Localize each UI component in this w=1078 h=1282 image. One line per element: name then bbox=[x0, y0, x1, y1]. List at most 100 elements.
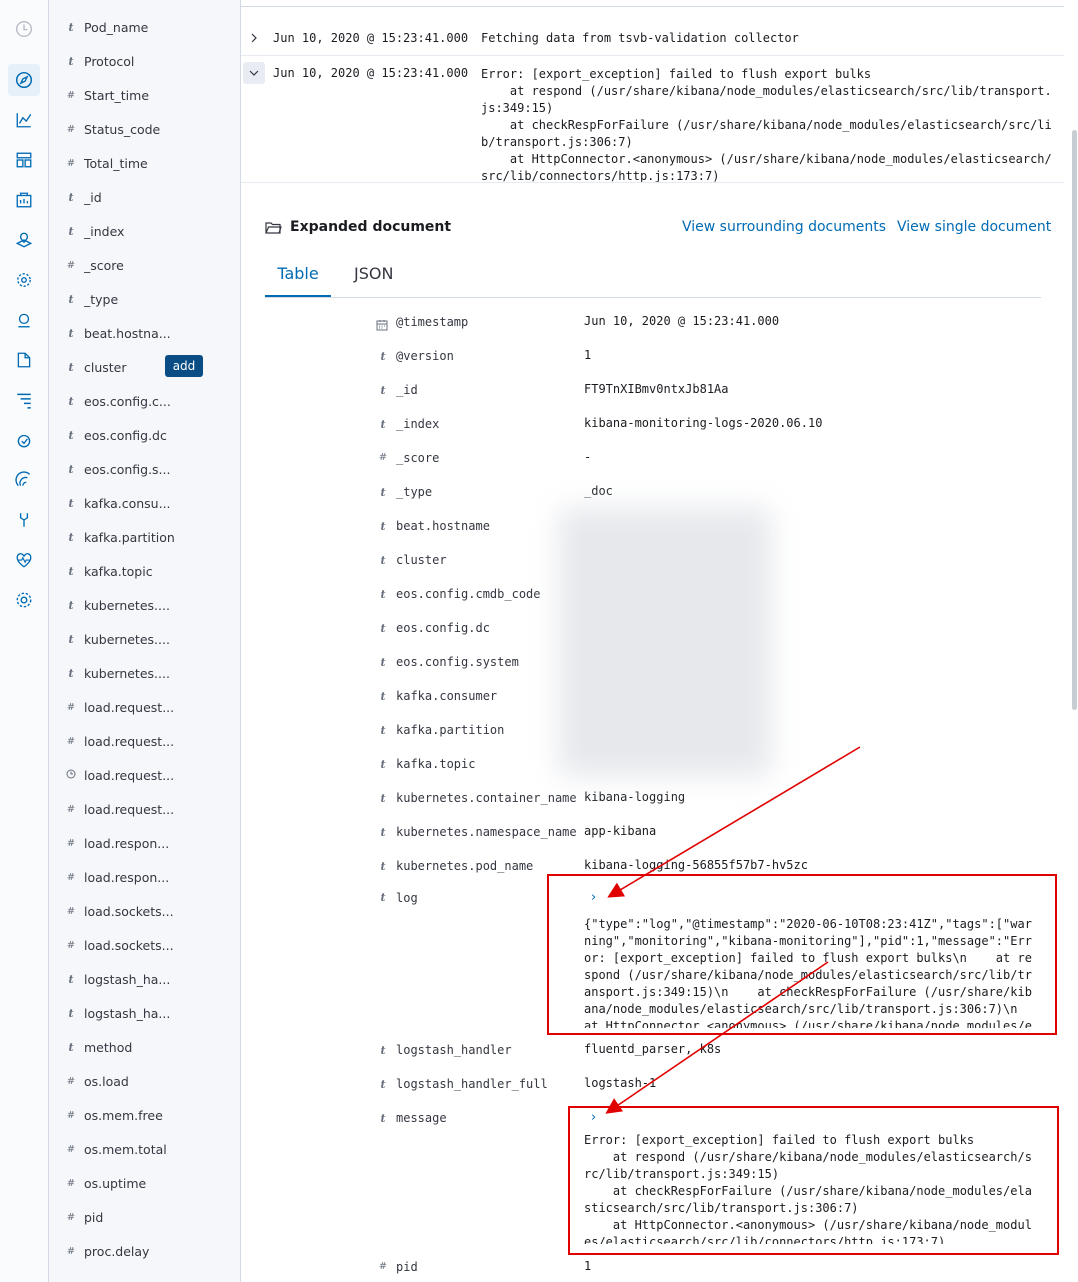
field-row-logstash-handler-full[interactable]: t logstash_handler_full logstash-1 bbox=[373, 1076, 1053, 1096]
ml-icon[interactable] bbox=[8, 264, 40, 296]
field-list-item[interactable]: # load.request... bbox=[49, 794, 240, 824]
field-row[interactable]: @timestamp Jun 10, 2020 @ 15:23:41.000 bbox=[373, 314, 1053, 334]
field-name: proc.delay bbox=[84, 1243, 150, 1259]
field-list-item[interactable]: # load.sockets... bbox=[49, 930, 240, 960]
field-name: _score bbox=[84, 257, 124, 273]
string-type-icon: t bbox=[380, 554, 386, 567]
field-list-item[interactable]: # Status_code bbox=[49, 114, 240, 144]
number-type-icon: # bbox=[66, 1075, 76, 1087]
field-list-item[interactable]: t kubernetes.... bbox=[49, 658, 240, 688]
field-list-item[interactable]: t Protocol bbox=[49, 46, 240, 76]
apm-icon[interactable] bbox=[8, 384, 40, 416]
field-list-item[interactable]: t _index bbox=[49, 216, 240, 246]
tab-json[interactable]: JSON bbox=[354, 264, 393, 297]
add-field-button[interactable]: add bbox=[165, 355, 203, 377]
scrollbar[interactable] bbox=[1072, 130, 1077, 710]
field-list-item[interactable]: # pid bbox=[49, 1202, 240, 1232]
field-name: kafka.partition bbox=[396, 723, 505, 737]
view-surrounding-documents-link[interactable]: View surrounding documents bbox=[682, 219, 886, 235]
field-row-pid[interactable]: # pid 1 bbox=[373, 1259, 1053, 1279]
field-list-item[interactable]: t _id bbox=[49, 182, 240, 212]
field-list-item[interactable]: t kafka.consu... bbox=[49, 488, 240, 518]
field-name: kafka.consu... bbox=[84, 495, 171, 511]
field-name: os.load bbox=[84, 1073, 129, 1089]
table-row[interactable]: Jun 10, 2020 @ 15:23:41.000 Error: [expo… bbox=[241, 57, 1064, 183]
string-type-icon: t bbox=[380, 622, 386, 635]
string-type-icon: t bbox=[380, 384, 386, 397]
infrastructure-icon[interactable] bbox=[8, 304, 40, 336]
field-list-item[interactable]: t logstash_ha... bbox=[49, 998, 240, 1028]
visualize-icon[interactable] bbox=[8, 104, 40, 136]
field-list-item[interactable]: t kubernetes.... bbox=[49, 624, 240, 654]
recent-clock-icon[interactable] bbox=[8, 13, 40, 45]
field-list-item[interactable]: # os.mem.total bbox=[49, 1134, 240, 1164]
siem-icon[interactable] bbox=[8, 464, 40, 496]
clock-type-icon bbox=[65, 769, 77, 782]
logs-icon[interactable] bbox=[8, 344, 40, 376]
dashboard-icon[interactable] bbox=[8, 144, 40, 176]
discover-compass-icon[interactable] bbox=[8, 64, 40, 96]
field-name: cluster bbox=[84, 359, 127, 375]
field-name: kafka.topic bbox=[396, 757, 476, 771]
field-list-item[interactable]: t logstash_ha... bbox=[49, 964, 240, 994]
field-list-item[interactable]: # load.sockets... bbox=[49, 896, 240, 926]
canvas-icon[interactable] bbox=[8, 184, 40, 216]
view-single-document-link[interactable]: View single document bbox=[897, 219, 1051, 235]
chevron-down-icon[interactable] bbox=[243, 62, 265, 84]
field-list-item[interactable]: t _type bbox=[49, 284, 240, 314]
number-type-icon: # bbox=[66, 1211, 76, 1223]
field-row[interactable]: t _type _doc bbox=[373, 484, 1053, 504]
field-list-item[interactable]: # os.load bbox=[49, 1066, 240, 1096]
number-type-icon: # bbox=[66, 701, 76, 713]
field-list-item[interactable]: t kafka.partition bbox=[49, 522, 240, 552]
settings-gear-icon[interactable] bbox=[8, 584, 40, 616]
field-name: eos.config.cmdb_code bbox=[396, 587, 541, 601]
field-list-item[interactable]: # Start_time bbox=[49, 80, 240, 110]
field-name: Start_time bbox=[84, 87, 150, 103]
field-value: _doc bbox=[584, 484, 613, 498]
string-type-icon: t bbox=[380, 350, 386, 363]
redacted-values bbox=[559, 508, 771, 776]
field-list-item[interactable]: t eos.config.c... bbox=[49, 386, 240, 416]
field-list-item[interactable]: t kubernetes.... bbox=[49, 590, 240, 620]
field-list-item[interactable]: t method bbox=[49, 1032, 240, 1062]
field-list-item[interactable]: # load.respon... bbox=[49, 862, 240, 892]
field-list-item[interactable]: t beat.hostna... bbox=[49, 318, 240, 348]
field-list-item[interactable]: # load.respon... bbox=[49, 828, 240, 858]
monitoring-heart-icon[interactable] bbox=[8, 544, 40, 576]
table-row[interactable]: Jun 10, 2020 @ 15:23:41.000 Fetching dat… bbox=[241, 22, 1064, 56]
field-list-item[interactable]: # load.request... bbox=[49, 726, 240, 756]
field-list-item[interactable]: t kafka.topic bbox=[49, 556, 240, 586]
field-list-item[interactable]: t eos.config.dc bbox=[49, 420, 240, 450]
field-list-item[interactable]: t cluster add bbox=[49, 352, 240, 382]
field-row-logstash-handler[interactable]: t logstash_handler fluentd_parser, k8s bbox=[373, 1042, 1053, 1062]
field-list-item[interactable]: # os.mem.free bbox=[49, 1100, 240, 1130]
field-row[interactable]: t kubernetes.namespace_name app-kibana bbox=[373, 824, 1053, 844]
field-name: beat.hostna... bbox=[84, 325, 171, 341]
field-row[interactable]: # _score - bbox=[373, 450, 1053, 470]
maps-icon[interactable] bbox=[8, 224, 40, 256]
field-list-item[interactable]: # Total_time bbox=[49, 148, 240, 178]
field-list-item[interactable]: t Pod_name bbox=[49, 12, 240, 42]
field-name: pid bbox=[396, 1260, 418, 1274]
field-row[interactable]: t _index kibana-monitoring-logs-2020.06.10 bbox=[373, 416, 1053, 436]
field-row[interactable]: t _id FT9TnXIBmv0ntxJb81Aa bbox=[373, 382, 1053, 402]
expanded-document-title: Expanded document bbox=[290, 219, 452, 235]
field-list-item[interactable]: load.request... bbox=[49, 760, 240, 790]
field-list-item[interactable]: # load.request... bbox=[49, 692, 240, 722]
field-row[interactable]: t @version 1 bbox=[373, 348, 1053, 368]
field-row[interactable]: t kubernetes.container_name kibana-logging bbox=[373, 790, 1053, 810]
dev-tools-icon[interactable] bbox=[8, 504, 40, 536]
number-type-icon: # bbox=[66, 157, 76, 169]
field-list-item[interactable]: # _score bbox=[49, 250, 240, 280]
row-timestamp: Jun 10, 2020 @ 15:23:41.000 bbox=[273, 31, 469, 45]
string-type-icon: t bbox=[68, 292, 74, 306]
field-list-item[interactable]: # proc.delay bbox=[49, 1236, 240, 1266]
uptime-icon[interactable] bbox=[8, 424, 40, 456]
tab-table[interactable]: Table bbox=[265, 264, 331, 297]
field-list-item[interactable]: t eos.config.s... bbox=[49, 454, 240, 484]
field-name: load.request... bbox=[84, 699, 175, 715]
chevron-right-icon[interactable] bbox=[243, 27, 265, 49]
field-list-item[interactable]: # os.uptime bbox=[49, 1168, 240, 1198]
string-type-icon: t bbox=[68, 1006, 74, 1020]
